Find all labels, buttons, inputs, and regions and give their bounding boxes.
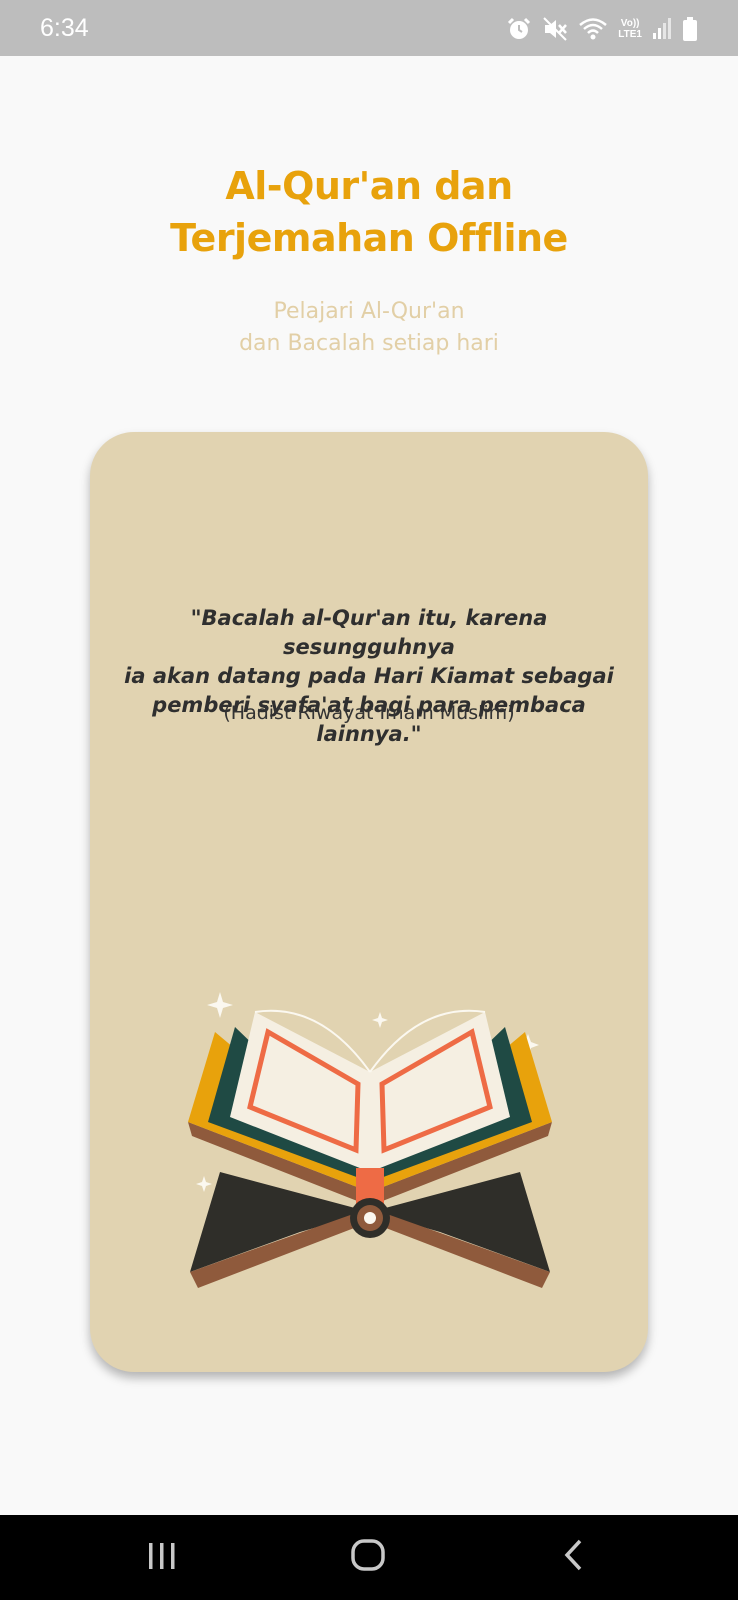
hadith-source: (Hadist Riwayat Imam Muslim) [223,702,515,724]
hadith-quote: "Bacalah al-Qur'an itu, karena sesungguh… [110,604,628,749]
title-line-1: Al-Qur'an dan [225,164,513,208]
back-icon [564,1539,582,1571]
lte-label: LTE1 [618,29,642,40]
status-icons: Vo)) LTE1 [506,14,698,44]
title-line-2: Terjemahan Offline [170,216,568,260]
home-icon [351,1539,385,1571]
quote-line-2: ia akan datang pada Hari Kiamat sebagai [124,664,614,688]
subtitle-line-1: Pelajari Al-Qur'an [273,299,465,324]
status-bar: 6:34 Vo)) LTE1 [0,0,738,56]
quote-line-1: "Bacalah al-Qur'an itu, karena sesungguh… [190,606,548,659]
volte-label: Vo)) [620,18,640,29]
quran-on-stand-illustration [180,972,560,1297]
page-subtitle: Pelajari Al-Qur'an dan Bacalah setiap ha… [0,296,738,360]
recent-apps-icon [149,1543,175,1569]
mute-icon [542,16,568,42]
wifi-icon [578,16,608,42]
signal-icon [652,17,672,41]
recent-apps-button[interactable] [146,1537,178,1578]
status-time: 6:34 [40,14,89,42]
home-button[interactable] [350,1537,386,1578]
battery-icon [682,16,698,42]
navigation-bar [0,1515,738,1600]
alarm-icon [506,16,532,42]
back-button[interactable] [560,1537,588,1578]
volte-lte-icon: Vo)) LTE1 [618,18,642,40]
subtitle-line-2: dan Bacalah setiap hari [239,331,499,356]
page-title: Al-Qur'an dan Terjemahan Offline [0,160,738,264]
onboarding-card: "Bacalah al-Qur'an itu, karena sesungguh… [90,432,648,1372]
